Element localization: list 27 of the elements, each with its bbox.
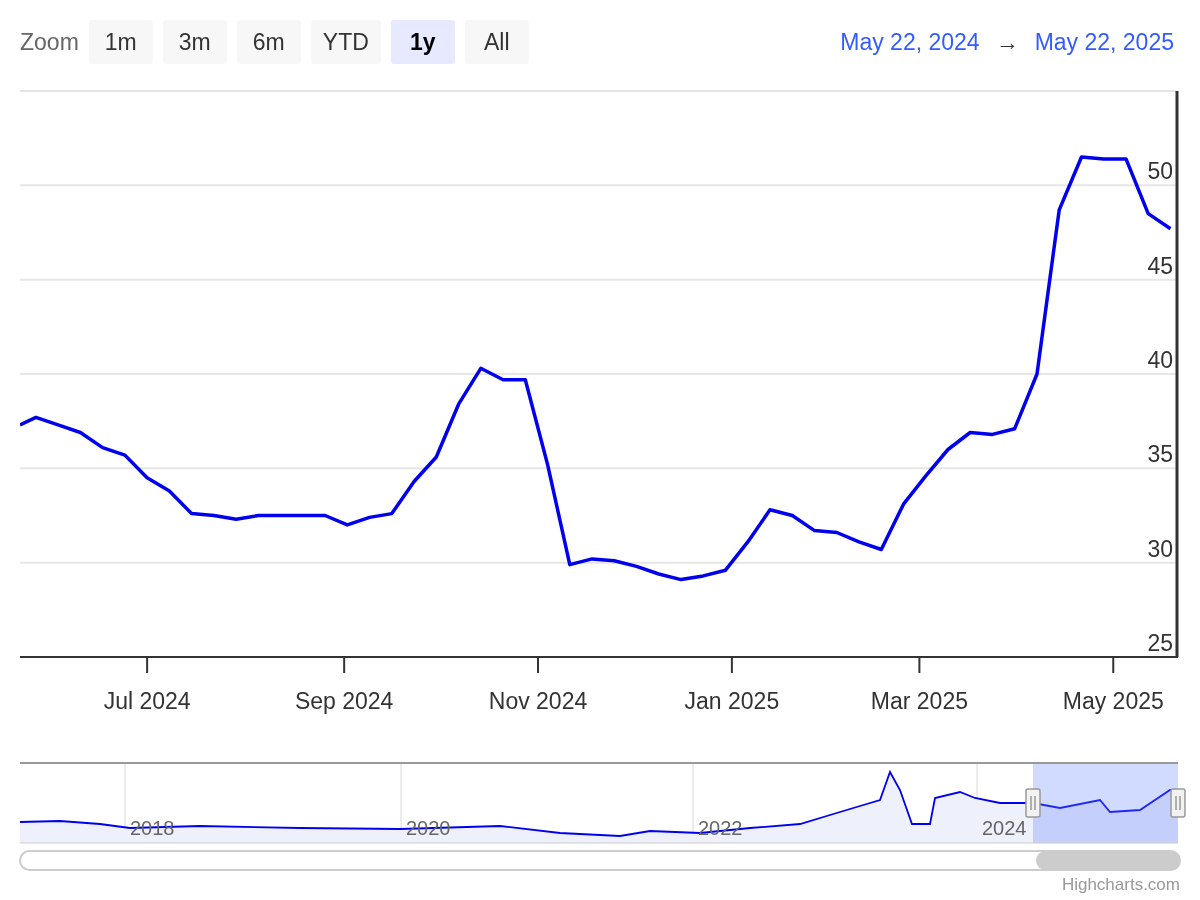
- x-axis-label: Mar 2025: [870, 688, 968, 714]
- x-axis-label: May 2025: [1062, 688, 1164, 714]
- y-axis-label: 35: [1147, 441, 1173, 468]
- range-button[interactable]: YTD: [310, 20, 381, 64]
- navigator-selection[interactable]: [1033, 763, 1178, 843]
- navigator-handle[interactable]: [1170, 788, 1186, 818]
- start-date-input[interactable]: May 22, 2024: [840, 28, 980, 56]
- end-date-input[interactable]: May 22, 2025: [1034, 28, 1174, 56]
- y-axis-label: 45: [1147, 252, 1173, 279]
- zoom-label: Zoom: [20, 28, 79, 56]
- x-axis-label: Nov 2024: [488, 688, 588, 714]
- range-button[interactable]: 1m: [88, 20, 153, 64]
- range-button[interactable]: 3m: [162, 20, 227, 64]
- navigator-handle[interactable]: [1025, 788, 1041, 818]
- range-arrow: →: [995, 28, 1019, 56]
- range-button[interactable]: 6m: [236, 20, 301, 64]
- y-axis-label: 40: [1147, 347, 1173, 373]
- x-axis-label: Jul 2024: [103, 688, 191, 714]
- scrollbar-thumb[interactable]: [1036, 851, 1180, 870]
- y-axis-label: 25: [1147, 630, 1173, 656]
- y-axis-label: 50: [1147, 158, 1173, 185]
- x-axis-label: Jan 2025: [684, 688, 780, 714]
- x-axis-label: Sep 2024: [294, 688, 394, 714]
- y-axis-label: 30: [1147, 535, 1173, 562]
- range-button[interactable]: All: [464, 20, 529, 64]
- range-button[interactable]: 1y: [390, 20, 455, 64]
- navigator-year-label: 2024: [982, 817, 1027, 839]
